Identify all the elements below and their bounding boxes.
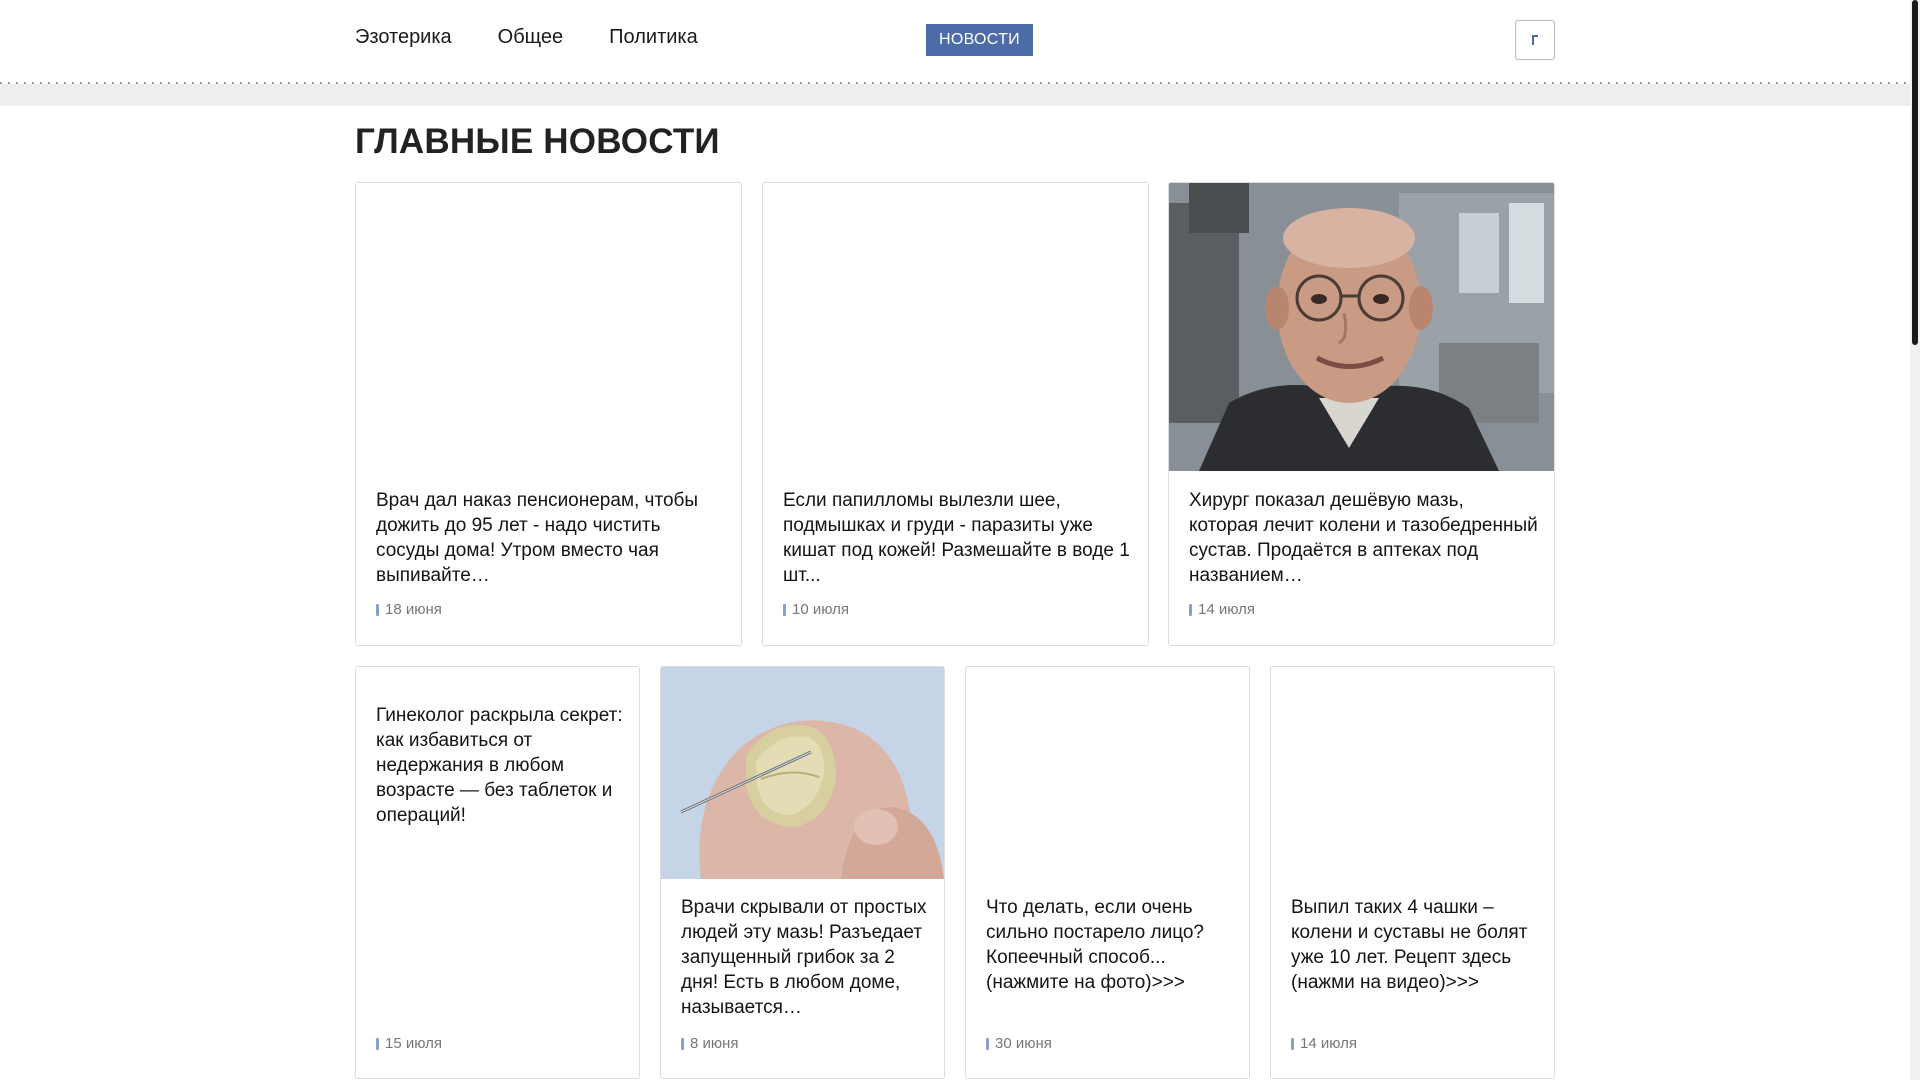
card-date-text: 8 июня [690,1035,739,1052]
card-date: 10 июля [783,601,849,618]
card-title[interactable]: Выпил таких 4 чашки – колени и суставы н… [1291,895,1538,995]
card-date-text: 18 июня [385,601,442,618]
calendar-icon [986,1037,989,1050]
card-date-text: 14 июля [1198,601,1256,618]
elderly-man-photo[interactable] [1169,183,1554,471]
scrollbar-thumb[interactable] [1912,0,1918,345]
calendar-icon [1291,1037,1294,1050]
header-band [0,84,1910,106]
card-title[interactable]: Врачи скрывали от простых людей эту мазь… [681,895,928,1020]
nav-item-general[interactable]: Общее [498,26,564,49]
news-card[interactable]: Врачи скрывали от простых людей эту мазь… [660,666,945,1079]
page-title: ГЛАВНЫЕ НОВОСТИ [355,122,720,161]
news-card[interactable]: Что делать, если очень сильно постарело … [965,666,1250,1079]
calendar-icon [376,603,379,616]
card-date-text: 30 июня [995,1035,1052,1052]
search-button[interactable] [1515,20,1555,60]
card-date: 14 июля [1291,1035,1357,1052]
card-date: 8 июня [681,1035,739,1052]
card-date: 30 июня [986,1035,1052,1052]
card-date: 14 июля [1189,601,1255,618]
news-badge[interactable]: НОВОСТИ [926,24,1033,56]
card-date-text: 15 июля [385,1035,443,1052]
nav-item-esoterics[interactable]: Эзотерика [355,26,452,49]
card-title[interactable]: Гинеколог раскрыла секрет: как избавитьс… [376,703,623,828]
card-date-text: 10 июля [792,601,850,618]
toenail-photo[interactable] [661,667,944,879]
news-card[interactable]: Выпил таких 4 чашки – колени и суставы н… [1270,666,1555,1079]
card-title[interactable]: Хирург показал дешёвую мазь, которая леч… [1189,488,1538,588]
card-date-text: 14 июля [1300,1035,1358,1052]
main-nav: Эзотерика Общее Политика [355,26,698,49]
news-card[interactable]: Хирург показал дешёвую мазь, которая леч… [1168,182,1555,646]
news-card[interactable]: Врач дал наказ пенсионерам, чтобы дожить… [355,182,742,646]
card-title[interactable]: Что делать, если очень сильно постарело … [986,895,1233,995]
news-card[interactable]: Гинеколог раскрыла секрет: как избавитьс… [355,666,640,1079]
card-date: 18 июня [376,601,442,618]
card-title[interactable]: Врач дал наказ пенсионерам, чтобы дожить… [376,488,725,588]
card-title[interactable]: Если папилломы вылезли шее, подмышках и … [783,488,1132,588]
calendar-icon [783,603,786,616]
nav-item-politics[interactable]: Политика [609,26,698,49]
news-card[interactable]: Если папилломы вылезли шее, подмышках и … [762,182,1149,646]
calendar-icon [376,1037,379,1050]
search-icon [1532,35,1538,45]
calendar-icon [681,1037,684,1050]
card-date: 15 июля [376,1035,442,1052]
calendar-icon [1189,603,1192,616]
